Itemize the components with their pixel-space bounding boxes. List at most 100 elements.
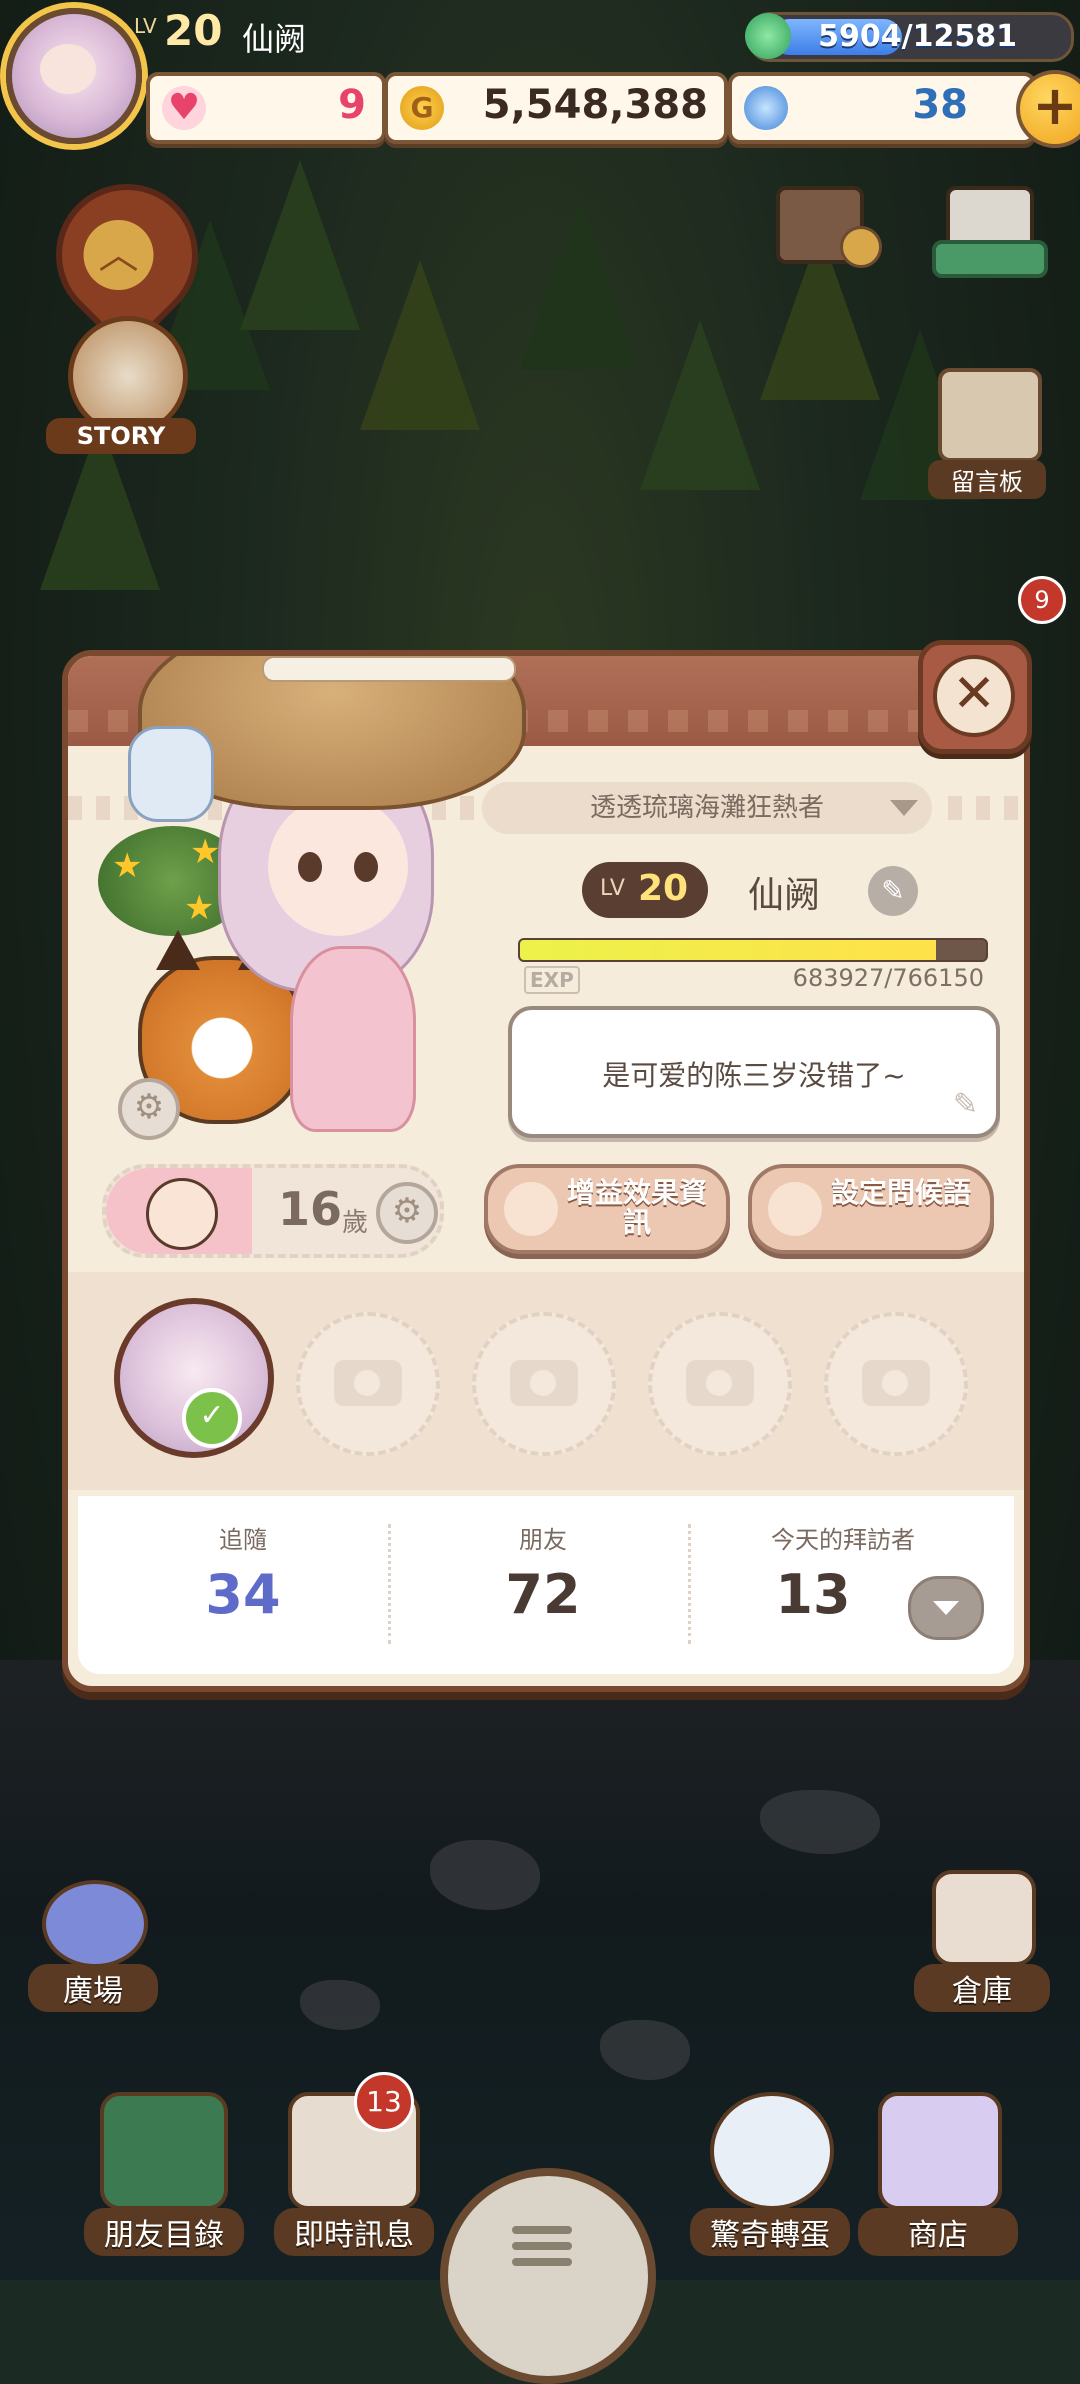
main-menu-button[interactable] xyxy=(440,2168,656,2384)
eye xyxy=(354,852,378,882)
age-unit: 歲 xyxy=(342,1208,369,1238)
coins-counter[interactable]: G 5,548,388 xyxy=(384,72,728,144)
profile-level: 20 xyxy=(638,868,689,909)
surprise-wheel-label: 驚奇轉蛋 xyxy=(690,2208,850,2256)
eye xyxy=(298,852,322,882)
gacha-machine-icon xyxy=(710,2092,834,2210)
follow-value: 34 xyxy=(205,1563,281,1626)
coin-icon: G xyxy=(400,86,444,130)
buff-info-label: 增益效果資訊 xyxy=(566,1176,707,1239)
camera-add-icon xyxy=(686,1360,754,1406)
friends-list-button[interactable]: 朋友目錄 xyxy=(84,2092,244,2262)
block-tile-button[interactable] xyxy=(770,176,882,276)
exp-label: EXP xyxy=(524,966,580,994)
status-message: 是可爱的陈三岁没错了~ xyxy=(602,1059,906,1092)
greeting-face-icon xyxy=(768,1182,822,1236)
friends-list-label: 朋友目錄 xyxy=(84,2208,244,2256)
age-icon-area xyxy=(106,1168,252,1254)
edit-name-pencil-icon[interactable]: ✎ xyxy=(868,866,918,916)
gear-icon xyxy=(840,226,882,268)
close-icon: ✕ xyxy=(933,655,1015,737)
message-board-label: 留言板 xyxy=(928,460,1046,499)
follow-label: 追隨 xyxy=(219,1526,267,1554)
notepad-icon xyxy=(938,368,1042,462)
energy-bar[interactable]: 5904/12581 xyxy=(745,12,1074,62)
visitors-expand-button[interactable] xyxy=(908,1576,984,1640)
buff-info-button[interactable]: 增益效果資訊 xyxy=(484,1164,730,1254)
empty-photo-slot[interactable] xyxy=(296,1312,440,1456)
set-greeting-button[interactable]: 設定問候語 xyxy=(748,1164,994,1254)
star-flower-icon: ★ xyxy=(184,888,215,928)
gem-icon xyxy=(744,86,788,130)
visitors-label: 今天的拜訪者 xyxy=(771,1526,915,1554)
gems-counter[interactable]: 38 xyxy=(728,72,1036,144)
girl-gender-icon xyxy=(146,1178,218,1250)
hearts-value: 9 xyxy=(338,82,366,128)
messages-button[interactable]: 即時訊息 xyxy=(274,2092,434,2262)
character-dress xyxy=(290,946,416,1132)
star-flower-icon: ★ xyxy=(112,846,143,886)
gems-value: 38 xyxy=(912,82,968,128)
divider xyxy=(388,1524,391,1644)
age-display: 16 歲 ⚙ xyxy=(102,1164,444,1258)
friends-value: 72 xyxy=(505,1563,581,1626)
coins-value: 5,548,388 xyxy=(482,82,708,128)
profile-name: 仙阙 xyxy=(748,875,821,916)
warehouse-button[interactable]: 倉庫 xyxy=(914,1870,1050,2020)
set-greeting-label: 設定問候語 xyxy=(830,1176,971,1209)
status-message-bubble[interactable]: 是可爱的陈三岁没错了~ ✎ xyxy=(508,1006,1000,1138)
divider xyxy=(688,1524,691,1644)
story-button[interactable]: STORY xyxy=(46,316,196,460)
profile-stats: 追隨 34 朋友 72 今天的拜訪者 13 xyxy=(78,1496,1014,1674)
leaf-drop-icon xyxy=(745,13,791,59)
camera-add-icon xyxy=(510,1360,578,1406)
player-avatar[interactable] xyxy=(6,8,142,144)
exp-bar-fill xyxy=(520,940,937,960)
decor-tile-button[interactable] xyxy=(932,176,1048,278)
profile-photo-row: ✓ xyxy=(68,1272,1024,1490)
energy-value: 5904/12581 xyxy=(818,19,1017,54)
follow-stat[interactable]: 追隨 34 xyxy=(98,1520,388,1626)
character-settings-gear-icon[interactable]: ⚙ xyxy=(118,1078,180,1140)
warehouse-label: 倉庫 xyxy=(914,1964,1050,2012)
title-selector[interactable]: 透透琉璃海灘狂熱者 xyxy=(482,782,932,834)
empty-photo-slot[interactable] xyxy=(824,1312,968,1456)
empty-photo-slot[interactable] xyxy=(472,1312,616,1456)
triangle-down-icon xyxy=(890,800,918,816)
decor-line xyxy=(948,796,1024,820)
platform-icon xyxy=(932,240,1048,278)
age-value: 16 xyxy=(278,1182,343,1236)
plaza-button[interactable]: 廣場 xyxy=(28,1880,158,2020)
shop-button[interactable]: 商店 xyxy=(858,2092,1018,2262)
camera-add-icon xyxy=(862,1360,930,1406)
close-button[interactable]: ✕ xyxy=(918,640,1032,754)
plaza-label: 廣場 xyxy=(28,1964,158,2012)
messages-badge: 13 xyxy=(354,2072,414,2132)
warehouse-icon xyxy=(932,1870,1036,1966)
profile-level-badge: LV 20 xyxy=(582,862,708,918)
hearts-counter[interactable]: ♥ 9 xyxy=(146,72,386,144)
shop-label: 商店 xyxy=(858,2208,1018,2256)
friends-label: 朋友 xyxy=(519,1526,567,1554)
notification-badge: 9 xyxy=(1018,576,1066,624)
friend-book-icon xyxy=(100,2092,228,2210)
menu-icon xyxy=(512,2226,572,2234)
surprise-wheel-button[interactable]: 驚奇轉蛋 xyxy=(690,2092,850,2262)
edit-pencil-icon[interactable]: ✎ xyxy=(953,1087,978,1122)
empty-photo-slot[interactable] xyxy=(648,1312,792,1456)
hat-ribbon xyxy=(262,656,516,682)
profile-modal: 透透琉璃海灘狂熱者 ★ ★ ★ ⚙ LV 20 仙阙 ✎ EXP 683927/… xyxy=(62,650,1030,1692)
profile-level-prefix: LV xyxy=(600,876,625,901)
age-settings-gear-icon[interactable]: ⚙ xyxy=(376,1182,438,1244)
messages-label: 即時訊息 xyxy=(274,2208,434,2256)
avatar-face xyxy=(40,44,96,94)
character-face xyxy=(268,796,408,936)
heart-icon: ♥ xyxy=(162,86,206,130)
storefront-icon xyxy=(878,2092,1002,2210)
checkmark-icon: ✓ xyxy=(182,1388,242,1448)
friends-stat[interactable]: 朋友 72 xyxy=(398,1520,688,1626)
profile-title: 透透琉璃海灘狂熱者 xyxy=(589,793,824,823)
message-board-button[interactable]: 留言板 xyxy=(928,368,1046,499)
level-prefix: LV xyxy=(134,14,157,38)
cat-ear xyxy=(156,930,200,970)
